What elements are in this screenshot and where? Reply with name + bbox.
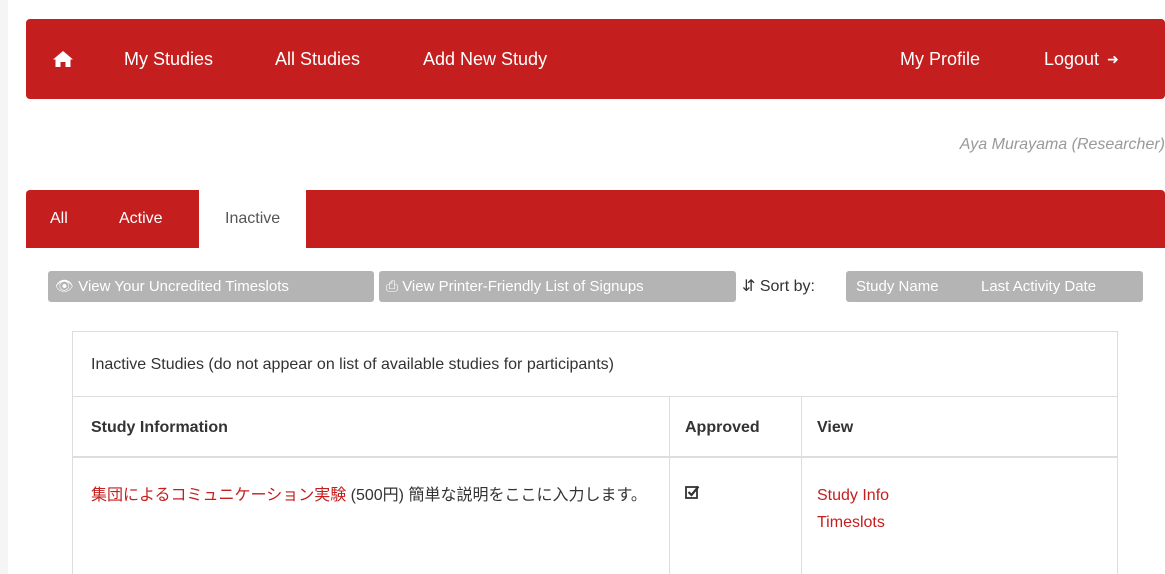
panel-title: Inactive Studies (do not appear on list … — [73, 332, 1117, 397]
tab-inactive[interactable]: Inactive — [199, 190, 307, 248]
tab-active[interactable]: Active — [119, 190, 163, 248]
nav-all-studies[interactable]: All Studies — [275, 19, 360, 99]
approved-cell — [685, 484, 700, 504]
left-edge — [0, 0, 8, 574]
sort-by-study-name[interactable]: Study Name — [856, 271, 939, 302]
checked-square-icon — [685, 485, 700, 499]
view-uncredited-timeslots-button[interactable]: 👁 View Your Uncredited Timeslots — [48, 271, 374, 302]
eye-icon: 👁 — [55, 278, 75, 295]
home-icon — [53, 51, 73, 67]
header-approved: Approved — [685, 419, 760, 436]
table-header: Study Information Approved View — [73, 397, 1117, 458]
study-name-link[interactable]: 集団によるコミュニケーション実験 — [91, 487, 346, 504]
sort-label: ⇵ Sort by: — [742, 271, 815, 302]
nav-my-profile[interactable]: My Profile — [900, 19, 980, 99]
logout-label: Logout — [1044, 49, 1100, 69]
sort-icon: ⇵ — [742, 278, 756, 295]
logout-icon: ➜ — [1107, 51, 1119, 67]
header-study-information: Study Information — [91, 419, 228, 436]
column-divider — [801, 397, 802, 574]
tab-all[interactable]: All — [50, 190, 68, 248]
inactive-studies-panel: Inactive Studies (do not appear on list … — [72, 331, 1118, 574]
view-cell: Study Info Timeslots — [817, 482, 889, 536]
view-printer-label: View Printer-Friendly List of Signups — [402, 278, 644, 295]
sort-options: Study Name Last Activity Date — [846, 271, 1143, 302]
study-info-link[interactable]: Study Info — [817, 482, 889, 509]
top-navbar: My Studies All Studies Add New Study My … — [26, 19, 1165, 99]
study-tabs: All Active Inactive — [26, 190, 1165, 248]
study-information-cell: 集団によるコミュニケーション実験 (500円) 簡単な説明をここに入力します。 — [91, 482, 661, 509]
nav-logout[interactable]: Logout ➜ — [1044, 19, 1119, 99]
timeslots-link[interactable]: Timeslots — [817, 509, 889, 536]
column-divider — [669, 397, 670, 574]
current-user: Aya Murayama (Researcher) — [959, 136, 1165, 153]
sort-label-text: Sort by: — [759, 278, 815, 295]
table-row: 集団によるコミュニケーション実験 (500円) 簡単な説明をここに入力します。 … — [73, 458, 1117, 574]
print-icon: ⎙ — [386, 278, 399, 295]
sort-by-last-activity-date[interactable]: Last Activity Date — [981, 271, 1096, 302]
view-printer-friendly-button[interactable]: ⎙ View Printer-Friendly List of Signups — [379, 271, 736, 302]
study-details: (500円) 簡単な説明をここに入力します。 — [346, 487, 647, 504]
view-uncredited-label: View Your Uncredited Timeslots — [78, 278, 289, 295]
header-view: View — [817, 419, 854, 436]
toolbar: 👁 View Your Uncredited Timeslots ⎙ View … — [48, 271, 1148, 302]
nav-my-studies[interactable]: My Studies — [124, 19, 213, 99]
home-link[interactable] — [52, 19, 76, 99]
nav-add-new-study[interactable]: Add New Study — [423, 19, 547, 99]
